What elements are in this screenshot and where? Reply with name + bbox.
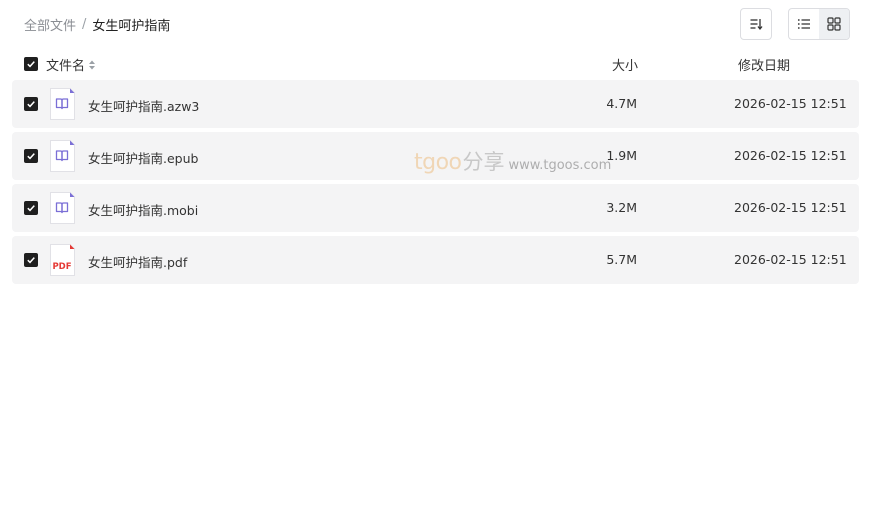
- file-row[interactable]: 女生呵护指南.epub 1.9M 2026-02-15 12:51: [12, 132, 859, 180]
- file-row[interactable]: 女生呵护指南.mobi 3.2M 2026-02-15 12:51: [12, 184, 859, 232]
- check-icon: [27, 153, 35, 160]
- check-icon: [27, 101, 35, 108]
- ebook-icon: [50, 192, 75, 224]
- breadcrumb-current: 女生呵护指南: [92, 18, 171, 34]
- name-column-label: 文件名: [46, 59, 86, 74]
- ebook-icon: [50, 88, 75, 120]
- ebook-icon: [50, 140, 75, 172]
- file-row[interactable]: PDF 女生呵护指南.pdf 5.7M 2026-02-15 12:51: [12, 236, 859, 284]
- file-name[interactable]: 女生呵护指南.epub: [88, 148, 198, 167]
- grid-view-icon: [827, 17, 841, 31]
- size-column-header[interactable]: 大小: [612, 55, 638, 74]
- file-date: 2026-02-15 12:51: [734, 96, 847, 111]
- column-header: 文件名 大小 修改日期: [24, 54, 858, 74]
- sort-toggle-icon: [89, 60, 96, 69]
- breadcrumb-root-link[interactable]: 全部文件: [24, 15, 76, 34]
- file-name[interactable]: 女生呵护指南.mobi: [88, 200, 198, 219]
- check-icon: [27, 61, 35, 68]
- check-icon: [27, 257, 35, 264]
- sort-icon: [750, 19, 763, 31]
- file-date: 2026-02-15 12:51: [734, 200, 847, 215]
- date-column-header[interactable]: 修改日期: [738, 55, 790, 74]
- file-size: 1.9M: [606, 148, 637, 163]
- file-date: 2026-02-15 12:51: [734, 148, 847, 163]
- list-view-icon: [797, 19, 810, 29]
- select-all-checkbox[interactable]: [24, 57, 38, 71]
- file-name[interactable]: 女生呵护指南.pdf: [88, 252, 187, 271]
- file-name[interactable]: 女生呵护指南.azw3: [88, 96, 199, 115]
- file-checkbox[interactable]: [24, 149, 38, 163]
- pdf-icon: PDF: [50, 244, 75, 276]
- sort-button[interactable]: [740, 8, 772, 40]
- file-date: 2026-02-15 12:51: [734, 252, 847, 267]
- breadcrumb-separator: /: [82, 16, 87, 32]
- name-column-header[interactable]: 文件名: [46, 55, 96, 74]
- file-checkbox[interactable]: [24, 253, 38, 267]
- file-checkbox[interactable]: [24, 201, 38, 215]
- file-size: 4.7M: [606, 96, 637, 111]
- file-list: 女生呵护指南.azw3 4.7M 2026-02-15 12:51 女生呵护指南…: [12, 80, 859, 288]
- check-icon: [27, 205, 35, 212]
- breadcrumb: 全部文件 / 女生呵护指南: [24, 14, 170, 34]
- file-row[interactable]: 女生呵护指南.azw3 4.7M 2026-02-15 12:51: [12, 80, 859, 128]
- view-toggle: [788, 8, 850, 40]
- list-view-button[interactable]: [789, 9, 819, 39]
- grid-view-button[interactable]: [819, 9, 849, 39]
- file-size: 5.7M: [606, 252, 637, 267]
- file-size: 3.2M: [606, 200, 637, 215]
- pdf-icon-label: PDF: [52, 262, 71, 272]
- toolbar: [740, 8, 850, 40]
- file-checkbox[interactable]: [24, 97, 38, 111]
